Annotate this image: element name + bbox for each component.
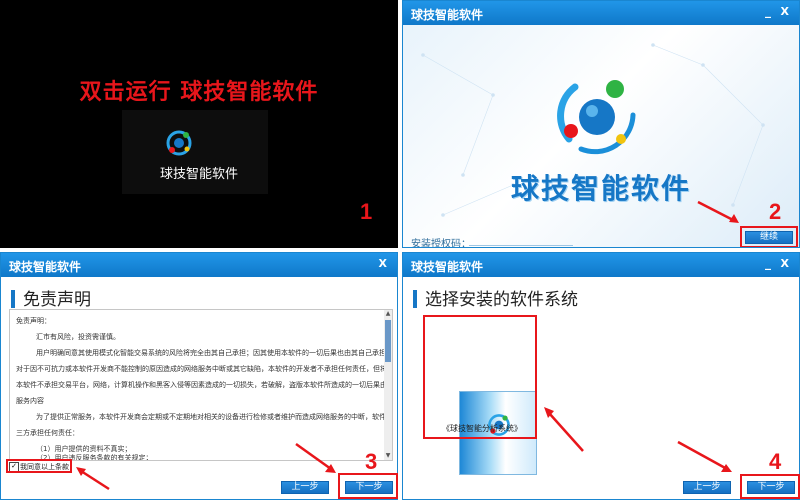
system-select-window: 球技智能软件 _ X 选择安装的软件系统 《球技智能分析系统》 上一步 下一步 <box>402 252 800 500</box>
window-title: 球技智能软件 <box>9 260 82 274</box>
window-frame: 球技智能软件 X 免责声明 免责声明： 汇市有风险，投资需谨慎。 用户明确同意其… <box>0 252 398 500</box>
annotation-arrow-agree <box>76 467 110 491</box>
disclaimer-line: 免责声明： <box>16 317 51 325</box>
vertical-scrollbar[interactable]: ▲ ▼ <box>384 310 392 460</box>
scrollbar-thumb[interactable] <box>385 320 391 362</box>
title-bar: 球技智能软件 _ X <box>403 1 799 25</box>
window-title: 球技智能软件 <box>411 260 484 274</box>
step-number-1: 1 <box>360 199 373 224</box>
annotation-arrow-3 <box>295 442 336 473</box>
annotation-box-agree <box>6 459 72 473</box>
auth-code-label: 安装授权码： <box>411 239 471 247</box>
title-bar: 球技智能软件 _ X <box>403 253 799 277</box>
window-frame: 球技智能软件 _ X 选择安装的软件系统 《球技智能分析系统》 上一步 下一步 <box>402 252 800 500</box>
minimize-icon[interactable]: _ <box>765 4 771 18</box>
annotation-arrow-2 <box>697 200 739 223</box>
disclaimer-line: 服务内容 <box>16 397 44 405</box>
instruction-title: 双击运行 球技智能软件 <box>79 80 319 105</box>
disclaimer-line: 对于因不可抗力或本软件开发商不能控制的原因造成的网络服务中断或其它缺陷，本软件的… <box>16 365 393 373</box>
section-heading: 免责声明 <box>11 285 91 310</box>
heading-text: 选择安装的软件系统 <box>425 290 578 310</box>
annotation-box-continue <box>740 226 798 247</box>
step-number-4: 4 <box>769 449 782 474</box>
annotation-box-next <box>740 474 800 499</box>
minimize-icon[interactable]: _ <box>765 256 771 270</box>
splash-window: 球技智能软件 _ X 球技智能软件 安装授权码： 继续 2 <box>402 0 800 248</box>
app-shortcut-icon[interactable] <box>164 128 194 158</box>
disclaimer-line: 汇市有风险，投资需谨慎。 <box>36 333 120 341</box>
disclaimer-line: 为了提供正常服务，本软件开发商会定期或不定期地对相关的设备进行检修或者维护而造成… <box>36 413 393 421</box>
heading-text: 免责声明 <box>23 290 91 310</box>
heading-accent-bar <box>413 290 417 308</box>
auth-code-input[interactable] <box>469 237 573 246</box>
heading-accent-bar <box>11 290 15 308</box>
disclaimer-line: 本软件不承担交易平台，网络，计算机操作和黑客入侵等因素造成的一切损失，若破解，盗… <box>16 381 393 389</box>
close-icon[interactable]: X <box>781 257 789 270</box>
scroll-down-icon[interactable]: ▼ <box>384 452 392 460</box>
scroll-up-icon[interactable]: ▲ <box>384 310 392 318</box>
annotation-arrow-product <box>544 407 584 452</box>
disclaimer-window: 球技智能软件 X 免责声明 免责声明： 汇市有风险，投资需谨慎。 用户明确同意其… <box>0 252 398 500</box>
window-title: 球技智能软件 <box>411 8 484 22</box>
prev-step-button[interactable]: 上一步 <box>281 481 329 494</box>
annotation-box-next <box>338 473 398 499</box>
window-frame: 球技智能软件 _ X 球技智能软件 安装授权码： 继续 2 <box>402 0 800 248</box>
close-icon[interactable]: X <box>781 5 789 18</box>
disclaimer-line: 用户明确同意其使用模式化智能交易系统的风险将完全由其自己承担；因其使用本软件的一… <box>36 349 393 357</box>
disclaimer-line: 三方承担任何责任： <box>16 429 79 437</box>
close-icon[interactable]: X <box>379 257 387 270</box>
section-heading: 选择安装的软件系统 <box>413 285 578 310</box>
step-number-2: 2 <box>769 199 782 224</box>
annotation-arrow-4 <box>677 440 732 472</box>
app-shortcut-label[interactable]: 球技智能软件 <box>0 163 398 182</box>
annotation-box-product <box>423 315 537 439</box>
title-bar: 球技智能软件 X <box>1 253 397 277</box>
desktop-panel: 双击运行 球技智能软件 球技智能软件 1 <box>0 0 398 248</box>
prev-step-button[interactable]: 上一步 <box>683 481 731 494</box>
brand-logo-icon <box>557 80 636 155</box>
step-number-3: 3 <box>365 449 378 474</box>
